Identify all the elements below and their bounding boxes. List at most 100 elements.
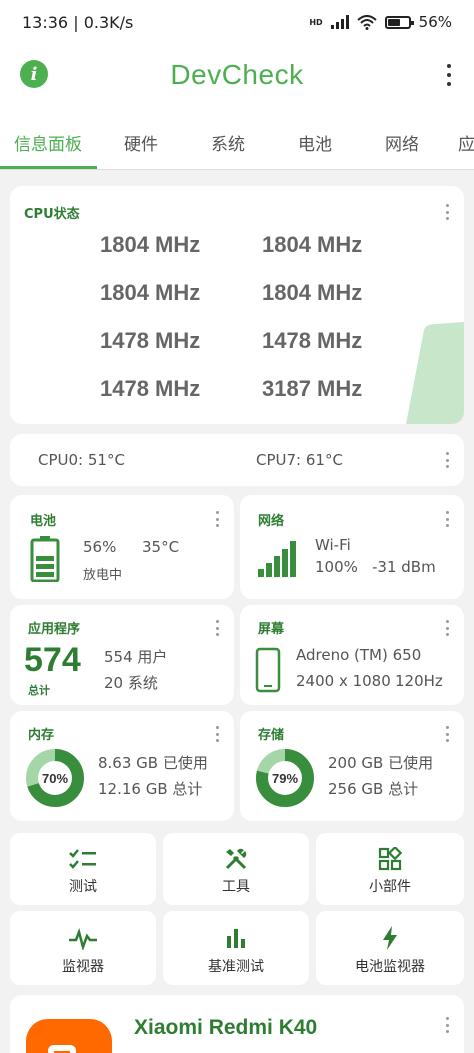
memory-used: 8.63 GB 已使用: [98, 754, 208, 772]
hd-badge: HD: [309, 17, 323, 27]
status-time: 13:36: [22, 12, 69, 32]
status-speed: 0.3K/s: [83, 12, 134, 32]
checklist-icon: [69, 849, 96, 869]
battery-card-menu-icon[interactable]: [214, 511, 220, 527]
memory-percent: 70%: [42, 771, 68, 786]
screen-resolution: 2400 x 1080: [296, 672, 391, 690]
storage-total: 256 GB 总计: [328, 780, 419, 798]
battery-icon: [30, 536, 60, 582]
status-icons: HD 56%: [309, 13, 452, 31]
status-bar: 13:36 | 0.3K/s HD 56%: [0, 0, 474, 44]
app-bar: i DevCheck: [0, 44, 474, 106]
apps-card-title: 应用程序: [28, 622, 81, 637]
cpu-temperature-card[interactable]: CPU0: 51°C CPU7: 61°C: [10, 434, 464, 486]
network-card-menu-icon[interactable]: [444, 511, 450, 527]
cpu-card-menu-icon[interactable]: [444, 204, 450, 220]
memory-usage-ring: 70%: [26, 749, 84, 807]
apps-total-label: 总计: [28, 684, 50, 697]
cpu-core3-freq: 1804 MHz: [262, 280, 363, 305]
screen-card-menu-icon[interactable]: [444, 620, 450, 636]
cpu0-temperature: CPU0: 51°C: [38, 451, 125, 469]
tab-apps[interactable]: 应: [458, 130, 474, 155]
network-card[interactable]: 网络 Wi-Fi 100% -31 dBm: [240, 495, 464, 599]
memory-card-menu-icon[interactable]: [214, 726, 220, 742]
tab-network[interactable]: 网络: [385, 130, 419, 155]
status-battery-percent: 56%: [418, 13, 452, 31]
monitors-label: 监视器: [62, 959, 104, 975]
storage-card-menu-icon[interactable]: [444, 726, 450, 742]
cpu-core1-freq: 1804 MHz: [262, 232, 363, 257]
battery-card-title: 电池: [30, 514, 57, 529]
overflow-menu-icon[interactable]: [444, 64, 454, 86]
battery-status-icon: [384, 15, 414, 29]
memory-card-title: 内存: [28, 728, 55, 743]
network-card-title: 网络: [258, 514, 285, 529]
apps-user-count: 554 用户: [104, 648, 168, 666]
storage-percent: 79%: [272, 771, 298, 786]
screen-gpu: Adreno (TM) 650: [296, 646, 422, 664]
status-left: 13:36 | 0.3K/s: [22, 12, 134, 32]
network-signal-percent: 100%: [315, 558, 358, 576]
benchmark-tile[interactable]: 基准测试: [163, 911, 309, 985]
brand-logo: [26, 1019, 112, 1053]
tests-tile[interactable]: 测试: [10, 833, 156, 905]
apps-system-count: 20 系统: [104, 674, 158, 692]
device-card-menu-icon[interactable]: [444, 1017, 450, 1033]
apps-card-menu-icon[interactable]: [214, 620, 220, 636]
apps-card[interactable]: 应用程序 574 总计 554 用户 20 系统: [10, 605, 234, 705]
memory-card[interactable]: 内存 70% 8.63 GB 已使用 12.16 GB 总计: [10, 711, 234, 821]
tab-hardware[interactable]: 硬件: [124, 130, 158, 155]
storage-card-title: 存储: [258, 728, 285, 743]
battery-card[interactable]: 电池 56% 35°C 放电中: [10, 495, 234, 599]
storage-usage-ring: 79%: [256, 749, 314, 807]
signal-bars-icon: [258, 541, 296, 577]
cpu7-temperature: CPU7: 61°C: [256, 451, 343, 469]
network-type: Wi-Fi: [315, 536, 351, 554]
cpu-core7-freq: 3187 MHz: [262, 376, 363, 401]
storage-card[interactable]: 存储 79% 200 GB 已使用 256 GB 总计: [240, 711, 464, 821]
tests-label: 测试: [69, 879, 97, 895]
widgets-label: 小部件: [369, 879, 411, 895]
device-card[interactable]: Xiaomi Redmi K40: [10, 995, 464, 1053]
pulse-icon: [69, 928, 97, 950]
screen-refresh-rate: 120Hz: [395, 672, 443, 690]
phone-screen-icon: [255, 647, 281, 693]
benchmark-label: 基准测试: [208, 959, 264, 975]
tab-battery[interactable]: 电池: [298, 130, 332, 155]
battery-status: 放电中: [83, 568, 123, 583]
wifi-icon: [356, 14, 377, 30]
tools-icon: [225, 848, 247, 870]
cpu-core0-freq: 1804 MHz: [100, 232, 201, 257]
battery-level: 56%: [83, 538, 117, 556]
screen-card-title: 屏幕: [258, 622, 285, 637]
cpu-load-graph: [406, 322, 464, 424]
info-icon[interactable]: i: [20, 60, 48, 88]
cell-signal-icon: [330, 15, 349, 29]
app-title: DevCheck: [170, 59, 304, 90]
widgets-icon: [378, 847, 402, 871]
apps-total-count: 574: [24, 641, 81, 679]
memory-total: 12.16 GB 总计: [98, 780, 203, 798]
cpu-core6-freq: 1478 MHz: [100, 376, 201, 401]
active-tab-indicator: [0, 166, 97, 169]
bolt-icon: [383, 926, 397, 950]
logo-glyph: [48, 1045, 76, 1053]
tab-system[interactable]: 系统: [211, 130, 245, 155]
monitors-tile[interactable]: 监视器: [10, 911, 156, 985]
widgets-tile[interactable]: 小部件: [316, 833, 464, 905]
battery-monitor-label: 电池监视器: [355, 959, 425, 975]
network-signal-dbm: -31 dBm: [372, 558, 436, 576]
battery-monitor-tile[interactable]: 电池监视器: [316, 911, 464, 985]
cpu-status-title: CPU状态: [24, 207, 80, 222]
cpu-status-card[interactable]: CPU状态 1804 MHz 1804 MHz 1804 MHz 1804 MH…: [10, 186, 464, 424]
cpu-core4-freq: 1478 MHz: [100, 328, 201, 353]
screen-card[interactable]: 屏幕 Adreno (TM) 650 2400 x 1080 120Hz: [240, 605, 464, 705]
tools-tile[interactable]: 工具: [163, 833, 309, 905]
cpu-core5-freq: 1478 MHz: [262, 328, 363, 353]
tab-dashboard[interactable]: 信息面板: [14, 130, 82, 155]
bar-chart-icon: [227, 929, 245, 948]
cpu-core2-freq: 1804 MHz: [100, 280, 201, 305]
temp-card-menu-icon[interactable]: [444, 452, 450, 468]
tools-label: 工具: [222, 879, 250, 895]
device-name: Xiaomi Redmi K40: [134, 1016, 318, 1039]
